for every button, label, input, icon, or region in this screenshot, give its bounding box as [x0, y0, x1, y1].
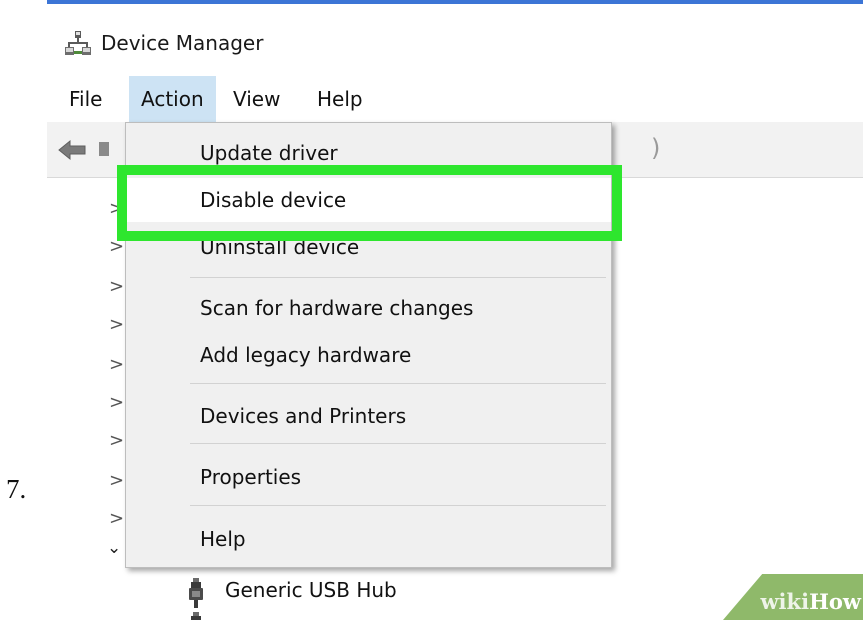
- menu-item-uninstall-device[interactable]: Uninstall device: [126, 225, 611, 269]
- menu-help[interactable]: Help: [305, 76, 375, 122]
- tree-expand-chevron[interactable]: >: [109, 314, 124, 335]
- menu-view[interactable]: View: [221, 76, 292, 122]
- menu-file[interactable]: File: [57, 76, 114, 122]
- tree-item-label: Generic USB Hub: [225, 578, 397, 602]
- watermark-part2: How: [809, 589, 861, 614]
- menu-item-properties[interactable]: Properties: [126, 455, 611, 499]
- tree-expand-chevron[interactable]: >: [109, 430, 124, 451]
- watermark-part1: wiki: [760, 589, 810, 614]
- title-bar: Device Manager: [47, 4, 863, 76]
- usb-icon: [191, 612, 201, 620]
- action-menu-dropdown: Update driver Disable device Uninstall d…: [125, 122, 612, 568]
- tree-expand-chevron[interactable]: >: [109, 354, 124, 375]
- menu-separator: [190, 505, 606, 506]
- tree-expand-chevron[interactable]: >: [109, 392, 124, 413]
- tree-expand-chevron[interactable]: >: [109, 276, 124, 297]
- menu-action[interactable]: Action: [129, 76, 216, 122]
- tree-collapse-chevron[interactable]: ⌄: [107, 538, 121, 558]
- tree-expand-chevron[interactable]: >: [109, 508, 124, 529]
- menu-item-add-legacy-hardware[interactable]: Add legacy hardware: [126, 333, 611, 377]
- menu-separator: [190, 443, 606, 444]
- wikihow-watermark-text: wikiHow: [751, 589, 861, 614]
- device-manager-icon: [65, 31, 91, 55]
- step-number: 7.: [6, 474, 27, 504]
- device-manager-window: Device Manager File Action View Help ) >…: [47, 0, 863, 620]
- back-arrow-icon[interactable]: [57, 138, 87, 162]
- menu-item-disable-device[interactable]: Disable device: [126, 178, 611, 222]
- menu-separator: [190, 277, 606, 278]
- menu-separator: [190, 383, 606, 384]
- forward-button-fragment[interactable]: [99, 142, 109, 156]
- tree-expand-chevron[interactable]: >: [109, 236, 124, 257]
- menu-bar: File Action View Help: [47, 76, 863, 122]
- usb-icon: [189, 578, 203, 608]
- menu-item-help[interactable]: Help: [126, 517, 611, 561]
- menu-item-scan-hardware[interactable]: Scan for hardware changes: [126, 286, 611, 330]
- tree-expand-chevron[interactable]: >: [109, 198, 124, 219]
- tree-expand-chevron[interactable]: >: [109, 470, 124, 491]
- toolbar-trailing-glyph: ): [651, 134, 661, 162]
- menu-item-update-driver[interactable]: Update driver: [126, 131, 611, 175]
- window-title: Device Manager: [101, 31, 264, 55]
- menu-item-devices-and-printers[interactable]: Devices and Printers: [126, 394, 611, 438]
